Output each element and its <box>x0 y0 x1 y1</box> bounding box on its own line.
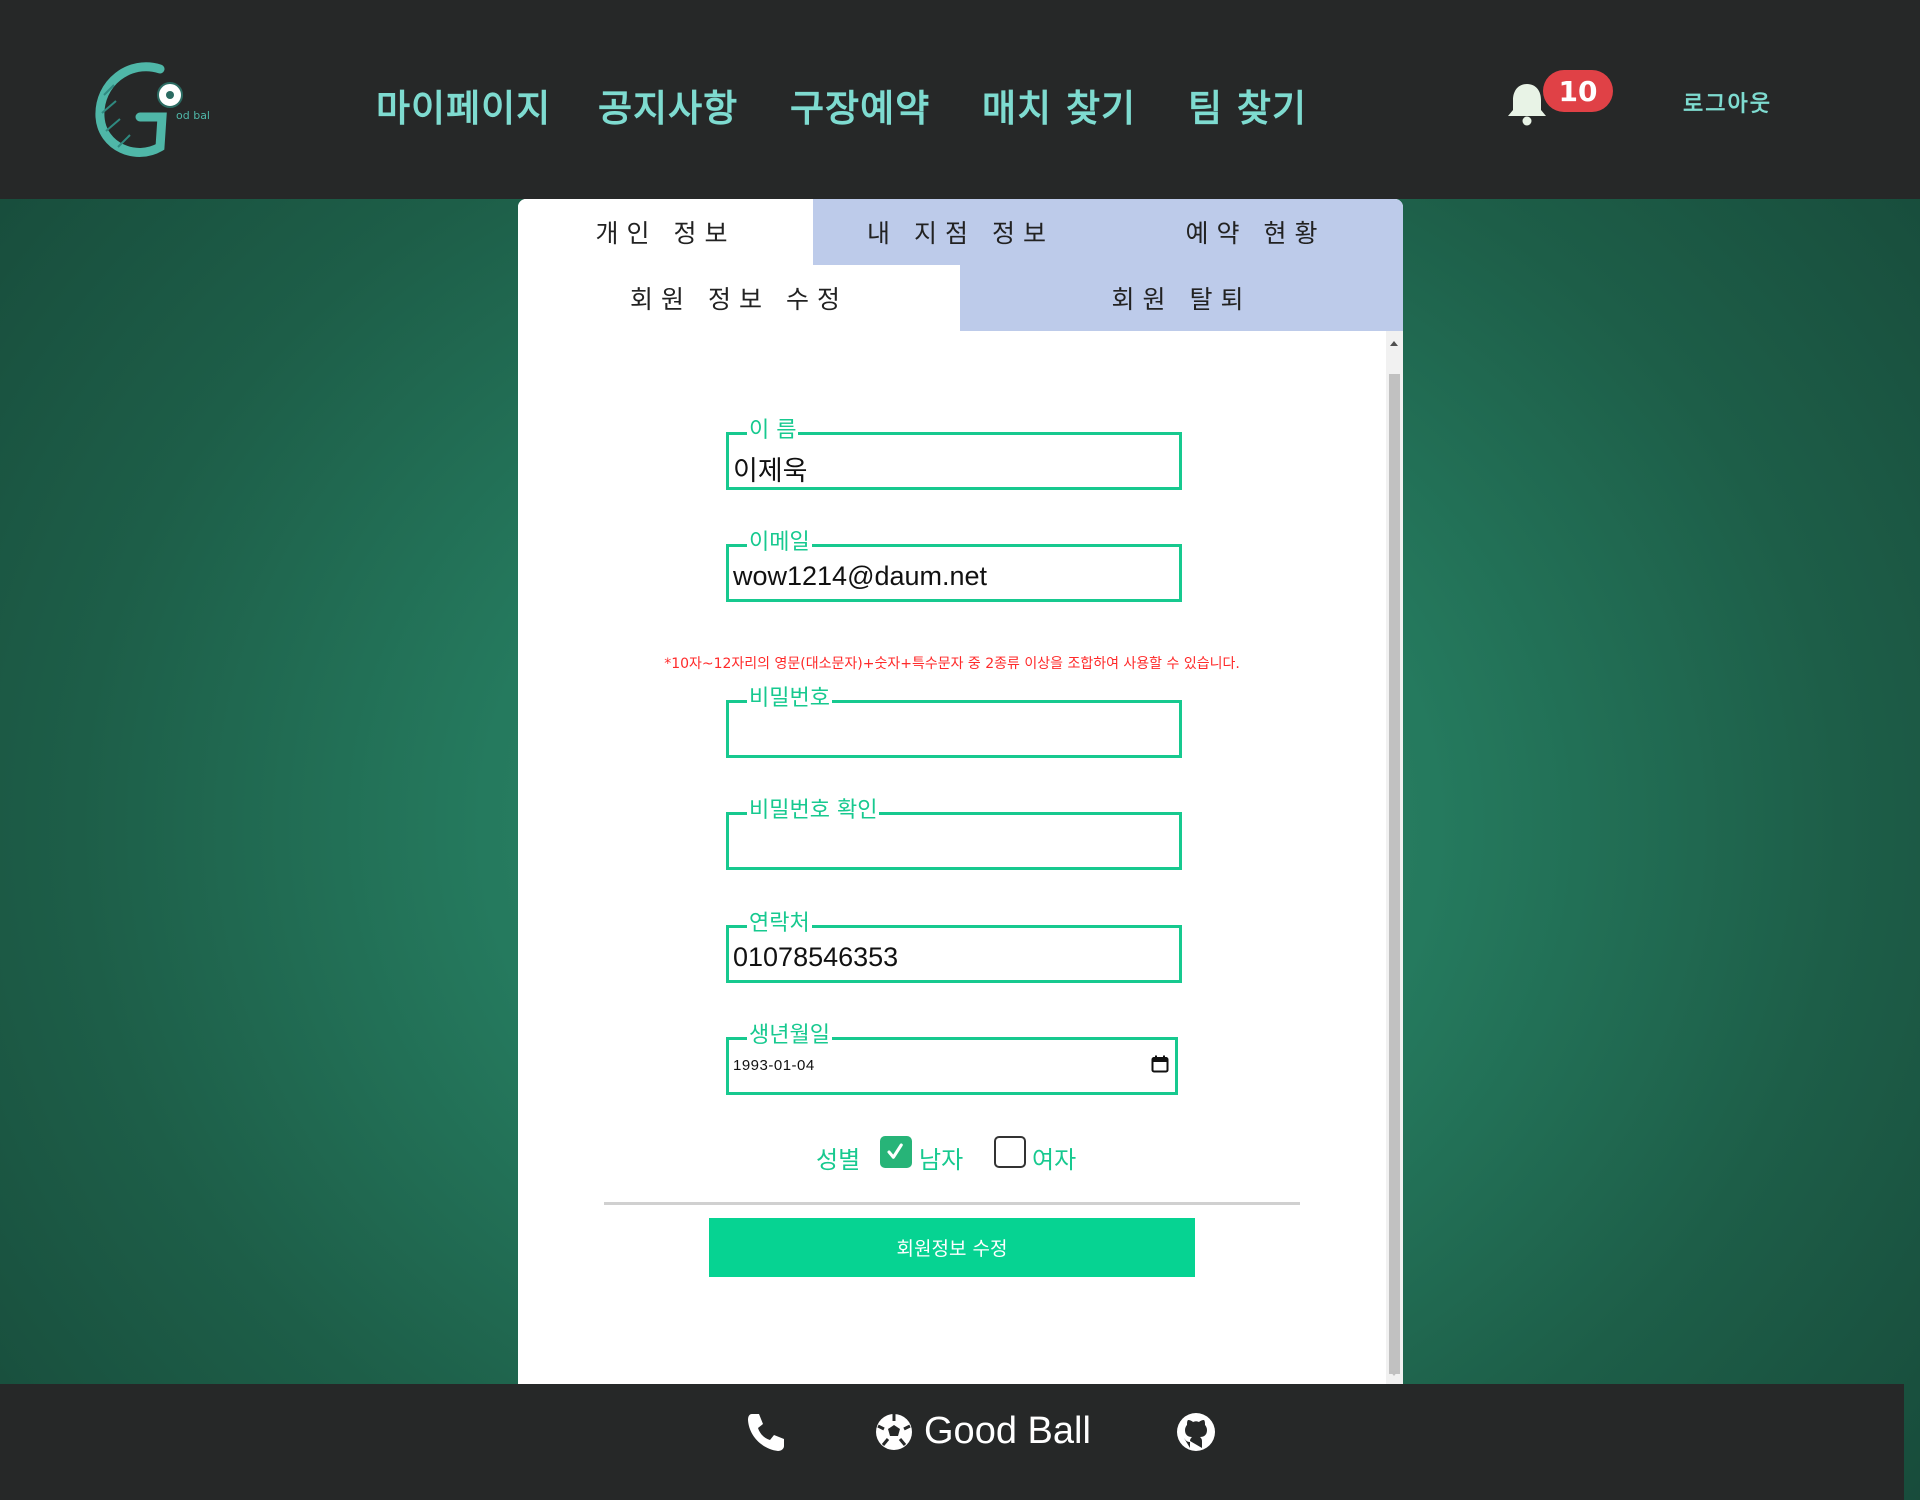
secondary-tabs: 회원 정보 수정 회원 탈퇴 <box>518 265 1403 331</box>
email-field[interactable]: 이메일 wow1214@daum.net <box>726 530 1182 602</box>
password-field[interactable]: 비밀번호 <box>726 686 1182 758</box>
update-member-button[interactable]: 회원정보 수정 <box>709 1218 1195 1277</box>
check-icon <box>887 1143 903 1159</box>
gender-row: 성별 남자 여자 <box>518 1135 1386 1175</box>
phone-value: 01078546353 <box>733 942 899 972</box>
password-label: 비밀번호 <box>747 686 832 712</box>
birthdate-value: 1993-01-04 <box>733 1057 815 1074</box>
name-field[interactable]: 이 름 이제욱 <box>726 418 1182 490</box>
password-confirm-field[interactable]: 비밀번호 확인 <box>726 798 1182 870</box>
scrollbar[interactable] <box>1386 331 1403 1384</box>
name-label: 이 름 <box>747 418 799 444</box>
gender-label: 성별 <box>816 1146 861 1174</box>
password-rule-notice: *10자~12자리의 영문(대소문자)+숫자+특수문자 중 2종류 이상을 조합… <box>664 656 1240 672</box>
nav-field-reservation[interactable]: 구장예약 <box>790 78 930 132</box>
footer: Good Ball <box>0 1384 1904 1500</box>
logout-link[interactable]: 로그아웃 <box>1683 86 1772 118</box>
nav-notice[interactable]: 공지사항 <box>598 78 738 132</box>
scroll-thumb[interactable] <box>1389 374 1400 1374</box>
male-checkbox[interactable] <box>880 1136 912 1168</box>
scroll-down-arrow[interactable] <box>1390 1371 1398 1376</box>
tab-my-branch[interactable]: 내 지점 정보 <box>813 199 1108 265</box>
scroll-up-arrow[interactable] <box>1390 341 1398 346</box>
calendar-icon[interactable] <box>1151 1055 1169 1073</box>
nav-find-team[interactable]: 팀 찾기 <box>1188 78 1307 132</box>
mypage-panel: 개인 정보 내 지점 정보 예약 현황 회원 정보 수정 회원 탈퇴 이 름 이… <box>518 199 1403 1384</box>
birthdate-label: 생년월일 <box>747 1023 832 1049</box>
male-label[interactable]: 남자 <box>919 1140 963 1175</box>
phone-icon[interactable] <box>744 1410 788 1454</box>
name-value: 이제욱 <box>733 456 808 486</box>
logo-icon[interactable]: od ball <box>90 55 210 165</box>
tab-edit-member[interactable]: 회원 정보 수정 <box>518 265 960 331</box>
tab-personal-info[interactable]: 개인 정보 <box>518 199 813 265</box>
birthdate-field[interactable]: 생년월일 1993-01-04 <box>726 1023 1178 1095</box>
female-checkbox[interactable] <box>994 1136 1026 1168</box>
soccer-ball-icon <box>876 1414 912 1450</box>
header: od ball 마이페이지 공지사항 구장예약 매치 찾기 팀 찾기 10 로그… <box>0 0 1920 199</box>
email-label: 이메일 <box>747 530 812 556</box>
phone-label: 연락처 <box>747 911 812 937</box>
divider <box>604 1202 1300 1205</box>
tab-withdraw[interactable]: 회원 탈퇴 <box>960 265 1403 331</box>
password-confirm-label: 비밀번호 확인 <box>747 798 880 824</box>
phone-field[interactable]: 연락처 01078546353 <box>726 911 1182 983</box>
nav-find-match[interactable]: 매치 찾기 <box>982 78 1136 132</box>
tab-reservations[interactable]: 예약 현황 <box>1108 199 1403 265</box>
email-value: wow1214@daum.net <box>733 561 988 591</box>
nav-mypage[interactable]: 마이페이지 <box>376 78 551 132</box>
footer-brand: Good Ball <box>924 1410 1091 1452</box>
github-icon[interactable] <box>1176 1412 1216 1452</box>
female-label[interactable]: 여자 <box>1032 1140 1076 1175</box>
svg-text:od ball: od ball <box>176 109 210 122</box>
primary-tabs: 개인 정보 내 지점 정보 예약 현황 <box>518 199 1403 265</box>
notification-badge: 10 <box>1543 70 1613 112</box>
